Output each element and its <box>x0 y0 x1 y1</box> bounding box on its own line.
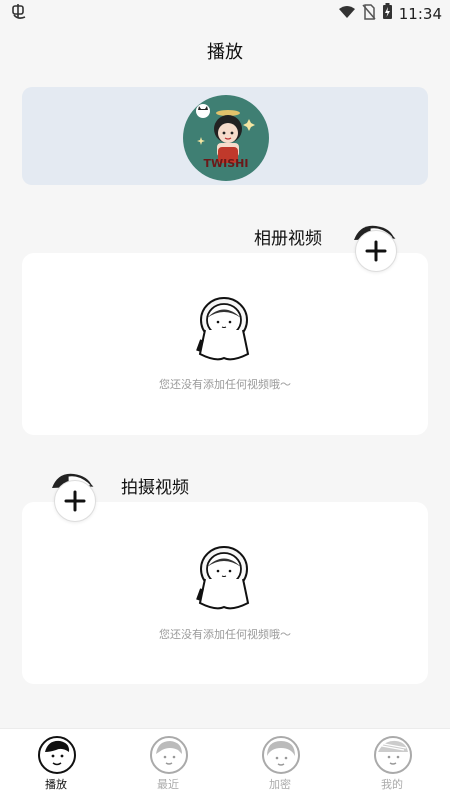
tab-encrypt-label: 加密 <box>269 778 291 791</box>
boy-face-icon <box>38 736 76 774</box>
shoot-empty-text: 您还没有添加任何视频哦～ <box>159 628 291 641</box>
astronaut-empty-icon <box>190 296 258 364</box>
tab-mine[interactable]: 我的 <box>336 729 448 801</box>
status-time: 11:34 <box>398 4 442 23</box>
tab-play[interactable]: 播放 <box>0 729 112 801</box>
status-right: 11:34 <box>338 3 442 24</box>
tab-recent[interactable]: 最近 <box>112 729 224 801</box>
app-bug-icon <box>10 3 28 25</box>
shoot-video-title: 拍摄视频 <box>121 478 189 498</box>
tab-play-label: 播放 <box>45 778 67 791</box>
page-title: 播放 <box>207 42 243 63</box>
wifi-icon <box>338 5 356 23</box>
tab-recent-label: 最近 <box>157 778 179 791</box>
album-empty-text: 您还没有添加任何视频哦～ <box>159 378 291 391</box>
astronaut-empty-icon <box>190 545 258 613</box>
shoot-add-button[interactable] <box>54 480 96 522</box>
bottom-nav: 播放 最近 加密 我的 <box>0 728 450 801</box>
status-bar: 11:34 <box>0 0 450 26</box>
album-video-title: 相册视频 <box>254 229 322 249</box>
tab-encrypt[interactable]: 加密 <box>224 729 336 801</box>
no-sim-icon <box>362 3 376 24</box>
battery-charging-icon <box>382 3 393 24</box>
profile-avatar[interactable]: TWISHI <box>183 95 269 181</box>
tab-mine-label: 我的 <box>381 778 403 791</box>
curly-girl-face-icon <box>262 736 300 774</box>
bandana-face-icon <box>374 736 412 774</box>
girl-face-icon <box>150 736 188 774</box>
album-add-button[interactable] <box>355 230 397 272</box>
avatar-caption: TWISHI <box>203 157 249 170</box>
